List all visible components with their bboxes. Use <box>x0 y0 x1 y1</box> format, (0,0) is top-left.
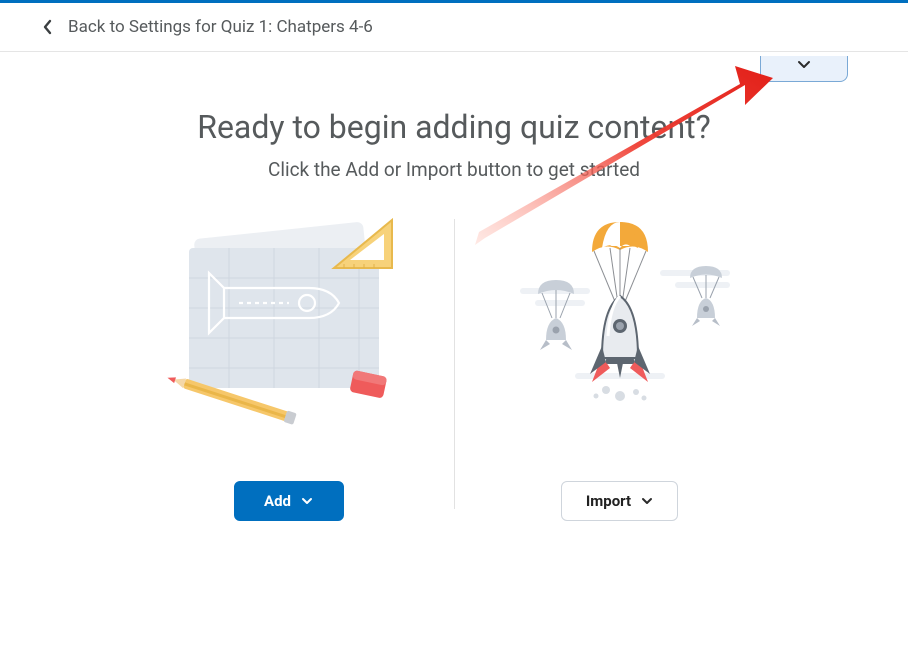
page-subtitle: Click the Add or Import button to get st… <box>0 158 908 181</box>
import-button[interactable]: Import <box>561 481 678 521</box>
chevron-down-icon <box>641 495 653 507</box>
chevron-down-icon <box>796 56 812 76</box>
back-link-text[interactable]: Back to Settings for Quiz 1: Chatpers 4-… <box>68 17 373 37</box>
add-panel: Add <box>124 213 454 521</box>
import-panel: Import <box>455 213 785 521</box>
chevron-down-icon <box>301 495 313 507</box>
add-button-label: Add <box>264 492 291 510</box>
main-content: Ready to begin adding quiz content? Clic… <box>0 52 908 521</box>
add-illustration <box>149 213 429 433</box>
add-button[interactable]: Add <box>234 481 344 521</box>
import-button-label: Import <box>586 492 631 510</box>
option-panels: Add <box>0 213 908 521</box>
back-navigation-bar: Back to Settings for Quiz 1: Chatpers 4-… <box>0 3 908 52</box>
expand-panel-tab[interactable] <box>760 56 848 82</box>
page-heading: Ready to begin adding quiz content? <box>0 108 908 146</box>
chevron-left-icon[interactable] <box>42 19 54 35</box>
import-illustration <box>480 213 760 433</box>
